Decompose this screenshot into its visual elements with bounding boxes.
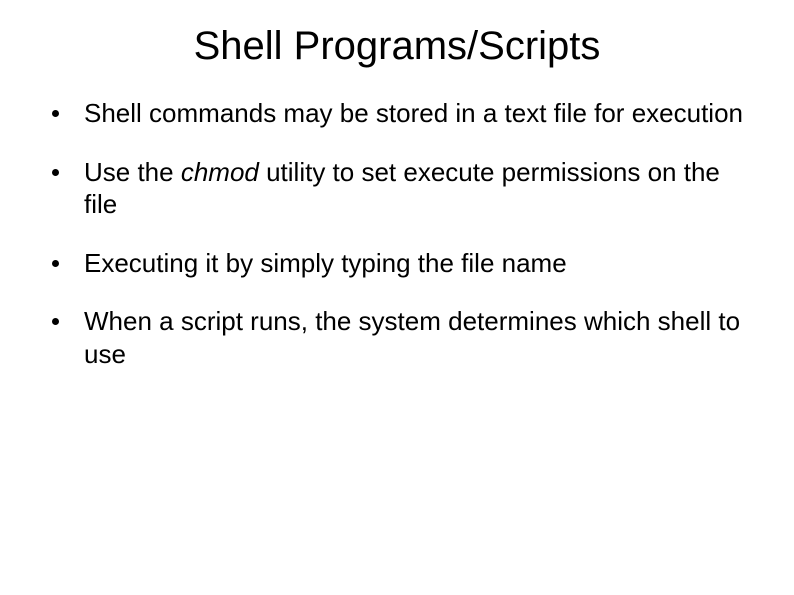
list-item: Shell commands may be stored in a text f… <box>48 97 746 130</box>
bullet-text-italic: chmod <box>181 157 259 187</box>
bullet-text-before: Use the <box>84 157 181 187</box>
bullet-list: Shell commands may be stored in a text f… <box>48 97 746 370</box>
bullet-text-before: When a script runs, the system determine… <box>84 306 740 369</box>
list-item: Use the chmod utility to set execute per… <box>48 156 746 221</box>
bullet-text-before: Executing it by simply typing the file n… <box>84 248 567 278</box>
bullet-text-before: Shell commands may be stored in a text f… <box>84 98 743 128</box>
slide: Shell Programs/Scripts Shell commands ma… <box>0 0 794 595</box>
list-item: Executing it by simply typing the file n… <box>48 247 746 280</box>
list-item: When a script runs, the system determine… <box>48 305 746 370</box>
slide-title: Shell Programs/Scripts <box>40 24 754 69</box>
